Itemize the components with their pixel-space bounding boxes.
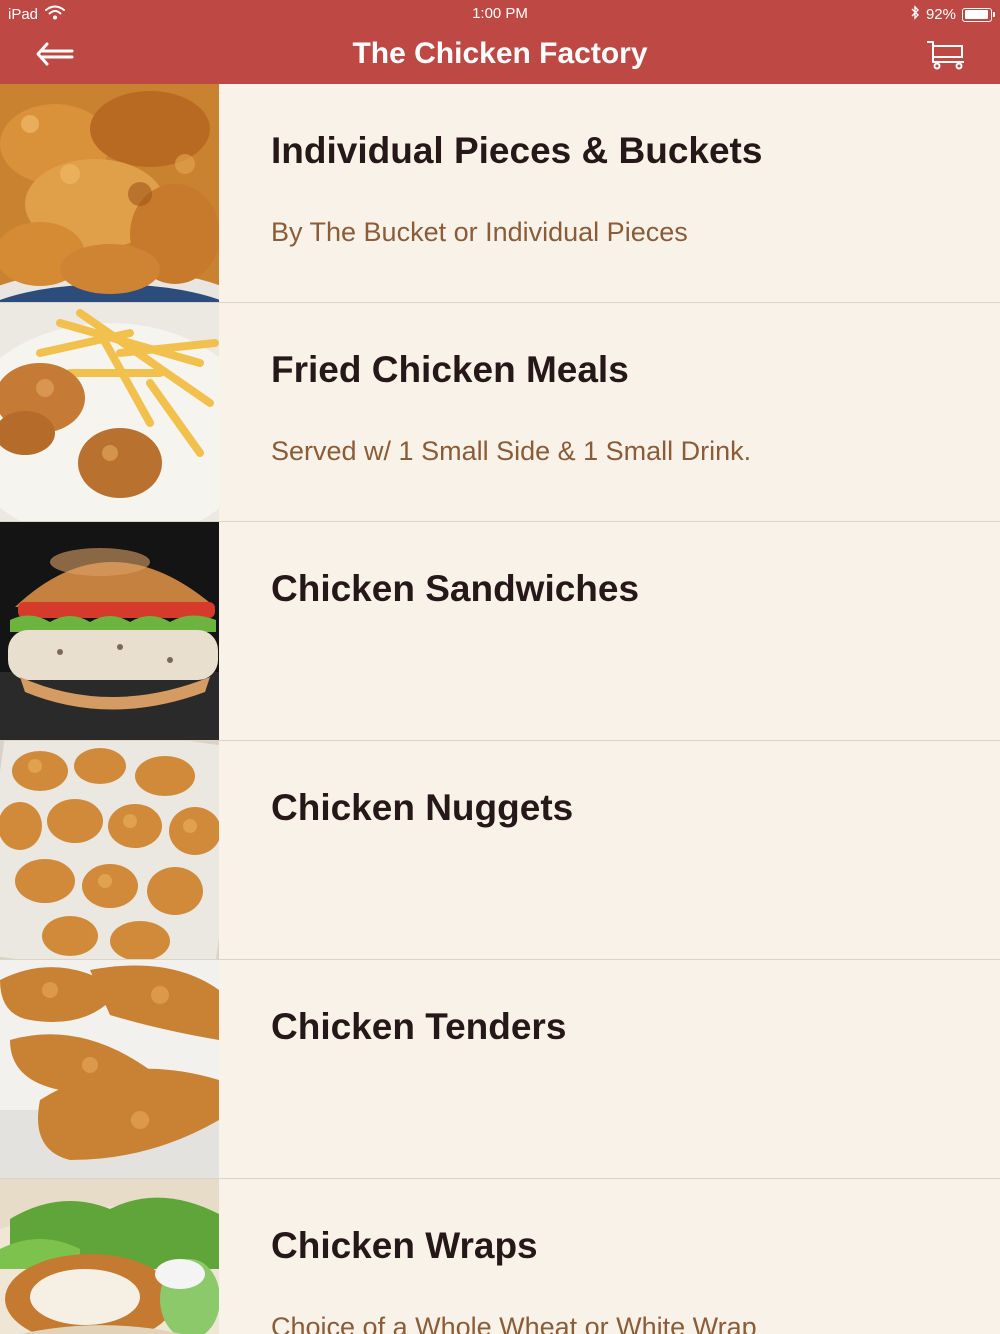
- chicken-sandwich-image: [0, 522, 219, 740]
- category-row-fried-chicken-meals[interactable]: Fried Chicken Meals Served w/ 1 Small Si…: [0, 303, 1000, 522]
- chicken-nuggets-image: [0, 741, 219, 959]
- category-row-chicken-sandwiches[interactable]: Chicken Sandwiches: [0, 522, 1000, 741]
- category-row-chicken-nuggets[interactable]: Chicken Nuggets: [0, 741, 1000, 960]
- header-bar: iPad 1:00 PM 92% The Chicken Factory: [0, 0, 1000, 84]
- category-row-chicken-wraps[interactable]: Chicken Wraps Choice of a Whole Wheat or…: [0, 1179, 1000, 1334]
- status-right: 92%: [910, 5, 995, 24]
- battery-percent: 92%: [925, 6, 956, 23]
- status-time: 1:00 PM: [472, 5, 528, 22]
- page-title: The Chicken Factory: [352, 37, 648, 70]
- category-list: Individual Pieces & Buckets By The Bucke…: [0, 84, 1000, 1334]
- cart-button[interactable]: [924, 38, 968, 72]
- category-title: Chicken Sandwiches: [271, 568, 640, 609]
- category-title: Chicken Wraps: [271, 1225, 538, 1266]
- battery-fill: [964, 10, 988, 19]
- category-subtitle: By The Bucket or Individual Pieces: [271, 217, 688, 247]
- category-subtitle: Served w/ 1 Small Side & 1 Small Drink.: [271, 436, 752, 466]
- category-title: Individual Pieces & Buckets: [271, 130, 763, 171]
- category-row-individual-pieces[interactable]: Individual Pieces & Buckets By The Bucke…: [0, 84, 1000, 303]
- chicken-tenders-image: [0, 960, 219, 1178]
- chicken-and-fries-image: [0, 303, 219, 521]
- status-bar: iPad 1:00 PM 92%: [0, 0, 1000, 28]
- nav-bar: The Chicken Factory: [0, 28, 1000, 84]
- category-title: Chicken Tenders: [271, 1006, 567, 1047]
- bluetooth-icon: [910, 5, 920, 24]
- category-subtitle: Choice of a Whole Wheat or White Wrap: [271, 1312, 757, 1334]
- fried-chicken-pieces-image: [0, 84, 219, 302]
- category-row-chicken-tenders[interactable]: Chicken Tenders: [0, 960, 1000, 1179]
- category-title: Fried Chicken Meals: [271, 349, 629, 390]
- category-title: Chicken Nuggets: [271, 787, 574, 828]
- battery-icon: [962, 7, 995, 22]
- cart-icon: [924, 41, 968, 76]
- chicken-wrap-image: [0, 1179, 219, 1334]
